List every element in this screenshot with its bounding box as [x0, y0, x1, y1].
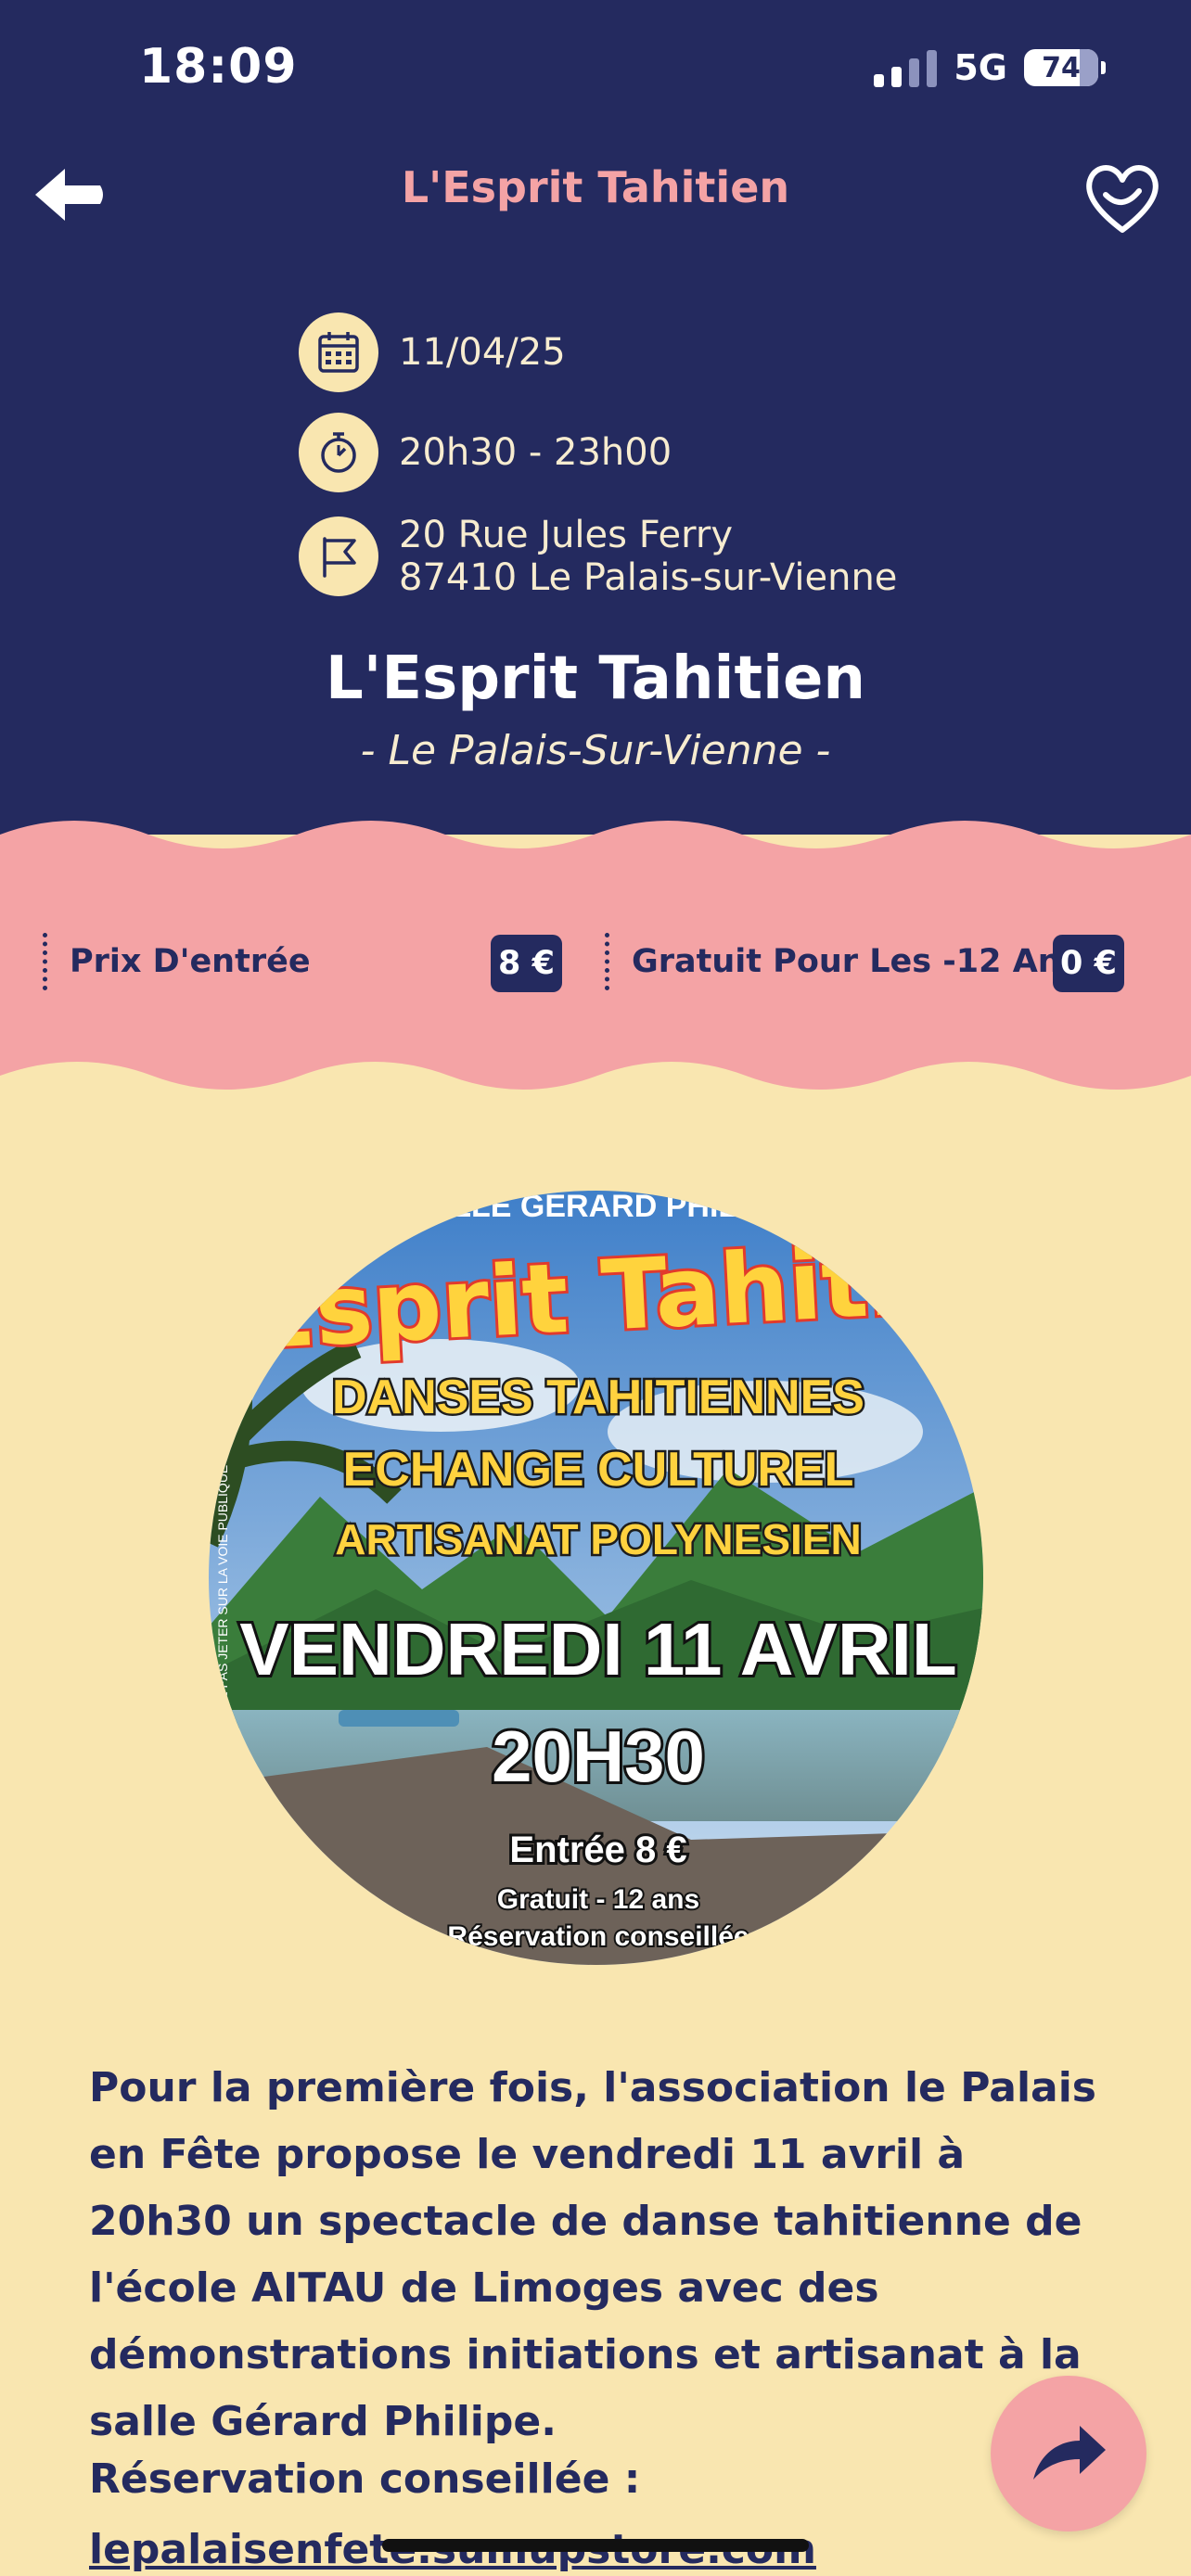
- event-address-row[interactable]: 20 Rue Jules Ferry 87410 Le Palais-sur-V…: [299, 514, 897, 599]
- event-date: 11/04/25: [399, 331, 566, 374]
- reservation-label: Réservation conseillée :: [89, 2455, 641, 2503]
- share-button[interactable]: [991, 2376, 1146, 2531]
- event-subtitle: - Le Palais-Sur-Vienne -: [360, 727, 831, 774]
- network-label: 5G: [954, 47, 1007, 88]
- event-address: 20 Rue Jules Ferry 87410 Le Palais-sur-V…: [399, 514, 897, 599]
- poster-reservation: Réservation conseillée: [447, 1921, 749, 1952]
- poster-line-2: ECHANGE CULTUREL: [343, 1443, 854, 1497]
- poster-side-note: NE PAS JETER SUR LA VOIE PUBLIQUE: [215, 1465, 230, 1710]
- event-time-row: 20h30 - 23h00: [299, 413, 672, 492]
- price-value: 8 €: [491, 935, 562, 992]
- favorite-button[interactable]: [1080, 156, 1165, 241]
- price-label: Gratuit Pour Les -12 Ans: [632, 943, 1081, 980]
- poster-entry: Entrée 8 €: [509, 1830, 686, 1870]
- event-time: 20h30 - 23h00: [399, 431, 672, 474]
- nav-title: L'Esprit Tahitien: [401, 162, 790, 212]
- poster-hour: 20H30: [492, 1715, 705, 1797]
- calendar-icon: [299, 312, 378, 392]
- poster-free: Gratuit - 12 ans: [497, 1884, 699, 1915]
- address-line-2: 87410 Le Palais-sur-Vienne: [399, 556, 898, 599]
- address-line-1: 20 Rue Jules Ferry: [399, 514, 733, 556]
- battery-level: 74: [1042, 51, 1081, 84]
- poster-top-banner: SALLE GÉRARD PHILIPE: [408, 1191, 788, 1224]
- price-value: 0 €: [1053, 935, 1124, 992]
- status-indicators: 5G 74: [874, 45, 1106, 91]
- event-title: L'Esprit Tahitien: [326, 644, 865, 713]
- price-free-under-12: Gratuit Pour Les -12 Ans: [605, 932, 1081, 991]
- event-date-row: 11/04/25: [299, 312, 566, 392]
- home-indicator[interactable]: [382, 2539, 809, 2552]
- flag-icon: [299, 516, 378, 596]
- price-entry: Prix D'entrée: [43, 932, 311, 991]
- price-label: Prix D'entrée: [70, 943, 311, 980]
- poster-line-1: DANSES TAHITIENNES: [332, 1371, 864, 1424]
- battery-icon: 74: [1024, 49, 1106, 86]
- signal-icon: [874, 48, 938, 87]
- heart-icon: [1086, 165, 1159, 233]
- share-arrow-icon: [1033, 2426, 1106, 2480]
- status-time: 18:09: [139, 39, 298, 95]
- stopwatch-icon: [299, 413, 378, 492]
- event-poster: SALLE GÉRARD PHILIPE L'Esprit Tahitien D…: [209, 1191, 983, 1965]
- poster-date: VENDREDI 11 AVRIL: [239, 1608, 957, 1690]
- poster-line-3: ARTISANAT POLYNESIEN: [335, 1515, 861, 1563]
- event-description: Pour la première fois, l'association le …: [89, 2064, 1096, 2445]
